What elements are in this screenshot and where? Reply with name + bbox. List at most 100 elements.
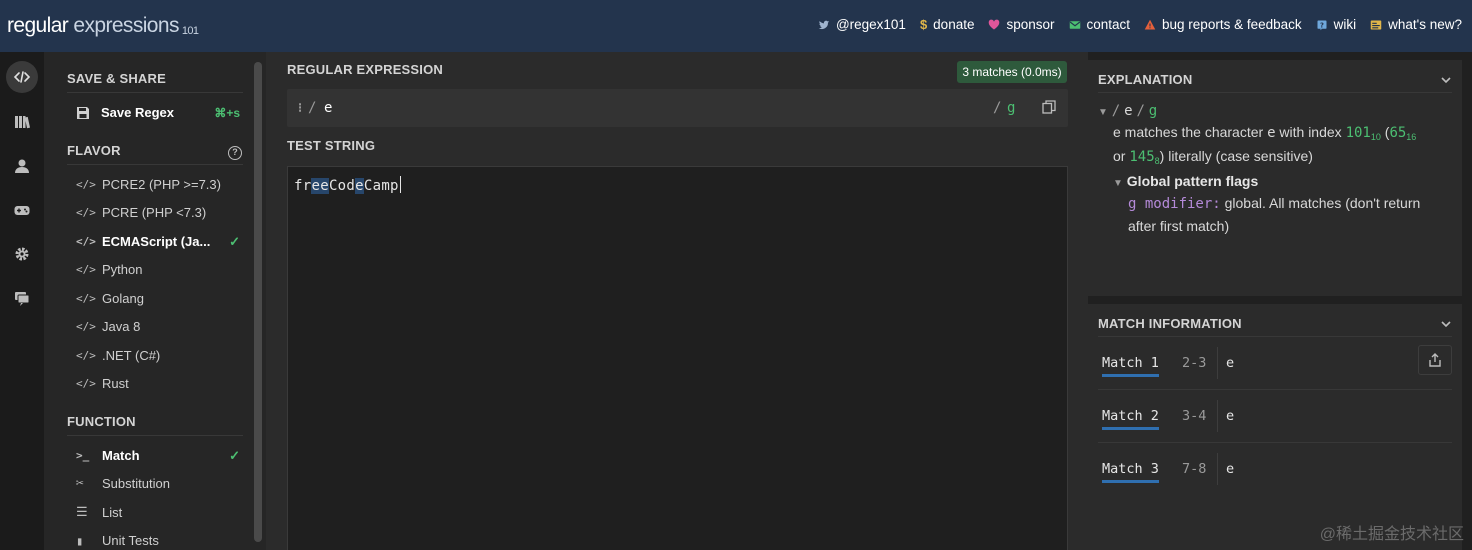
sidebar: SAVE & SHARE Save Regex ⌘+s FLAVOR ? </>… <box>44 52 266 550</box>
gear-icon <box>15 247 29 261</box>
collapse-triangle-icon: ▼ <box>1113 178 1123 189</box>
match-row[interactable]: Match 2 3-4 e <box>1098 390 1452 443</box>
match-range: 3-4 <box>1182 408 1207 424</box>
rail-settings[interactable] <box>6 238 38 270</box>
logo-text-main: regular <box>7 14 69 37</box>
match-highlight: e <box>355 178 364 194</box>
news-icon <box>1370 20 1382 29</box>
icon-rail <box>0 52 44 550</box>
flavor-item-rust[interactable]: </> Rust <box>76 376 240 391</box>
match-value: e <box>1226 355 1235 371</box>
regex-flags[interactable]: g <box>1007 100 1015 116</box>
match-row[interactable]: Match 1 2-3 e <box>1098 337 1452 390</box>
flavor-item-ecmascript[interactable]: </> ECMAScript (Ja... ✓ <box>76 233 240 250</box>
chat-icon <box>15 292 30 306</box>
flavor-help-icon[interactable]: ? <box>228 146 242 160</box>
nav-sponsor[interactable]: sponsor <box>988 17 1055 32</box>
flag-explanation-2: after first match) <box>1128 218 1230 234</box>
match-label: Match 1 <box>1102 355 1159 377</box>
chevron-down-icon[interactable] <box>1440 318 1452 330</box>
logo[interactable]: regular expressions 101 <box>7 14 199 38</box>
logo-text-sub: expressions <box>68 14 179 37</box>
regex-open-delimiter: / <box>308 100 317 116</box>
scissors-icon: ✂ <box>76 476 84 491</box>
header-nav: @regex101 $ donate sponsor contact bug r… <box>818 17 1462 32</box>
match-value: e <box>1226 461 1235 477</box>
watermark: @稀土掘金技术社区 <box>1319 526 1464 543</box>
function-item-match[interactable]: >_ Match ✓ <box>76 447 240 464</box>
nav-contact[interactable]: contact <box>1069 17 1130 32</box>
explanation-heading: EXPLANATION <box>1098 72 1193 87</box>
save-icon <box>77 106 89 119</box>
book-icon: ? <box>1317 20 1327 30</box>
nav-twitter[interactable]: @regex101 <box>818 17 906 32</box>
function-item-substitution[interactable]: ✂ Substitution <box>76 476 240 491</box>
collapse-triangle-icon: ▼ <box>1098 107 1108 118</box>
flavor-item-dotnet[interactable]: </> .NET (C#) <box>76 348 240 363</box>
rail-editor[interactable] <box>6 61 38 93</box>
match-row[interactable]: Match 3 7-8 e <box>1098 443 1452 496</box>
code-icon: </> <box>76 206 96 219</box>
copy-icon[interactable] <box>1042 100 1056 114</box>
explanation-panel: EXPLANATION ▼ / e / g e matches the char… <box>1088 60 1462 296</box>
function-item-unit-tests[interactable]: ▮ Unit Tests <box>76 533 240 548</box>
svg-text:?: ? <box>1320 21 1324 29</box>
code-icon <box>13 71 31 83</box>
flavor-item-golang[interactable]: </> Golang <box>76 291 240 306</box>
list-icon: ☰ <box>76 505 88 520</box>
rail-quiz[interactable] <box>6 194 38 226</box>
terminal-icon: >_ <box>76 449 90 462</box>
match-info-panel: MATCH INFORMATION Match 1 2-3 e Match 2 … <box>1088 304 1462 550</box>
regex-input[interactable]: ⁝ / e / g <box>287 89 1068 127</box>
nav-wiki[interactable]: ? wiki <box>1316 17 1356 32</box>
flavor-item-python[interactable]: </> Python <box>76 262 240 277</box>
save-shortcut: ⌘+s <box>214 105 240 120</box>
match-range: 7-8 <box>1182 461 1207 477</box>
right-panel: EXPLANATION ▼ / e / g e matches the char… <box>1088 52 1472 550</box>
flavor-item-pcre[interactable]: </> PCRE (PHP <7.3) <box>76 205 240 220</box>
match-label: Match 3 <box>1102 461 1159 483</box>
rail-account[interactable] <box>6 150 38 182</box>
match-range: 2-3 <box>1182 355 1207 371</box>
twitter-icon <box>818 20 830 29</box>
heart-icon <box>989 19 1000 29</box>
rail-library[interactable] <box>6 106 38 138</box>
nav-whats-new[interactable]: what's new? <box>1370 17 1462 32</box>
match-count-badge: 3 matches (0.0ms) <box>957 61 1067 83</box>
code-icon: </> <box>76 377 96 390</box>
sidebar-scrollbar[interactable] <box>254 62 262 542</box>
text-caret <box>399 176 401 193</box>
function-heading: FUNCTION <box>67 414 136 429</box>
match-label: Match 2 <box>1102 408 1159 430</box>
rail-chat[interactable] <box>6 282 38 314</box>
function-item-list[interactable]: ☰ List <box>76 505 240 520</box>
code-icon: </> <box>76 235 96 248</box>
test-string-input[interactable]: freeCodeCamp <box>287 166 1068 550</box>
logo-version: 101 <box>181 25 199 37</box>
flask-icon: ▮ <box>76 533 84 548</box>
flavor-heading: FLAVOR <box>67 143 121 158</box>
save-share-heading: SAVE & SHARE <box>67 71 166 86</box>
divider <box>1217 453 1218 485</box>
chevron-down-icon[interactable] <box>1440 74 1452 86</box>
nav-bug-reports[interactable]: bug reports & feedback <box>1144 17 1302 32</box>
flavor-item-java[interactable]: </> Java 8 <box>76 319 240 334</box>
divider <box>1098 92 1452 93</box>
test-string-text[interactable]: freeCodeCamp <box>294 176 401 194</box>
match-highlight: e <box>311 178 321 194</box>
code-icon: </> <box>76 263 96 276</box>
regex-pattern[interactable]: e <box>324 100 332 116</box>
flavor-item-pcre2[interactable]: </> PCRE2 (PHP >=7.3) <box>76 177 240 192</box>
match-info-heading: MATCH INFORMATION <box>1098 316 1242 331</box>
divider <box>67 435 243 436</box>
save-regex-button[interactable]: Save Regex ⌘+s <box>76 105 240 120</box>
check-icon: ✓ <box>229 233 240 249</box>
drag-handle-icon[interactable]: ⁝ <box>298 100 302 116</box>
regex-label: REGULAR EXPRESSION <box>287 62 444 77</box>
match-highlight: e <box>320 178 329 194</box>
regex-close-delimiter: / <box>993 100 1002 116</box>
nav-donate[interactable]: $ donate <box>920 17 975 32</box>
check-icon: ✓ <box>229 447 240 463</box>
user-icon <box>15 159 29 173</box>
library-icon <box>15 116 31 129</box>
